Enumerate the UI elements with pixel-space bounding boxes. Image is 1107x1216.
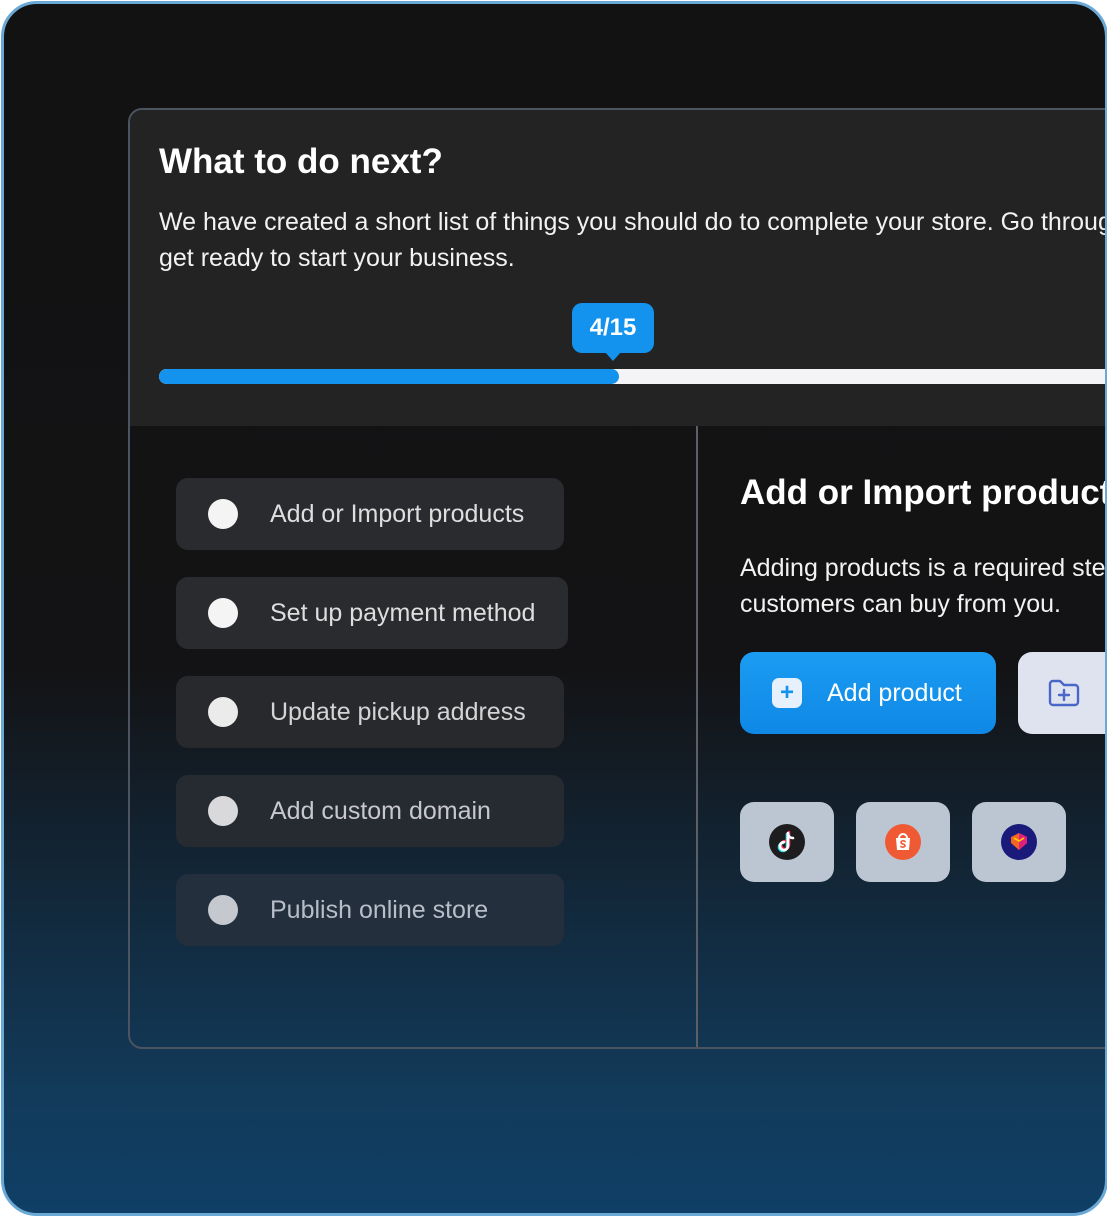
- lazada-icon: [1001, 824, 1037, 860]
- step-status-dot: [208, 598, 238, 628]
- app-frame: What to do next? We have created a short…: [1, 1, 1107, 1216]
- page-description: We have created a short list of things y…: [159, 208, 1105, 272]
- onboarding-header: What to do next? We have created a short…: [130, 110, 1105, 426]
- step-status-dot: [208, 697, 238, 727]
- import-folder-button[interactable]: [1018, 652, 1105, 734]
- step-payment-method[interactable]: Set up payment method: [176, 577, 568, 649]
- step-label: Add custom domain: [270, 797, 491, 825]
- add-product-button[interactable]: + Add product: [740, 652, 996, 734]
- step-status-dot: [208, 796, 238, 826]
- tiktok-import-button[interactable]: [740, 802, 834, 882]
- step-add-import-products[interactable]: Add or Import products: [176, 478, 564, 550]
- lazada-import-button[interactable]: [972, 802, 1066, 882]
- step-status-dot: [208, 895, 238, 925]
- onboarding-card: What to do next? We have created a short…: [128, 108, 1107, 1049]
- tiktok-icon: [769, 824, 805, 860]
- add-product-label: Add product: [827, 679, 962, 707]
- progress-bar-fill: [159, 369, 619, 384]
- detail-description: Adding products is a required step so th…: [740, 554, 1106, 618]
- detail-title: Add or Import products: [740, 473, 1107, 512]
- step-pickup-address[interactable]: Update pickup address: [176, 676, 564, 748]
- step-label: Publish online store: [270, 896, 489, 924]
- folder-plus-icon: [1048, 679, 1080, 707]
- plus-icon: +: [772, 678, 802, 708]
- step-label: Add or Import products: [270, 500, 525, 528]
- panel-divider: [696, 426, 698, 1047]
- step-label: Update pickup address: [270, 698, 526, 726]
- step-status-dot: [208, 499, 238, 529]
- shopee-icon: [885, 824, 921, 860]
- step-custom-domain[interactable]: Add custom domain: [176, 775, 564, 847]
- progress-bar: [159, 369, 1105, 384]
- step-publish-store[interactable]: Publish online store: [176, 874, 564, 946]
- page-title: What to do next?: [159, 142, 443, 181]
- shopee-import-button[interactable]: [856, 802, 950, 882]
- step-label: Set up payment method: [270, 599, 536, 627]
- progress-count-badge: 4/15: [572, 303, 654, 361]
